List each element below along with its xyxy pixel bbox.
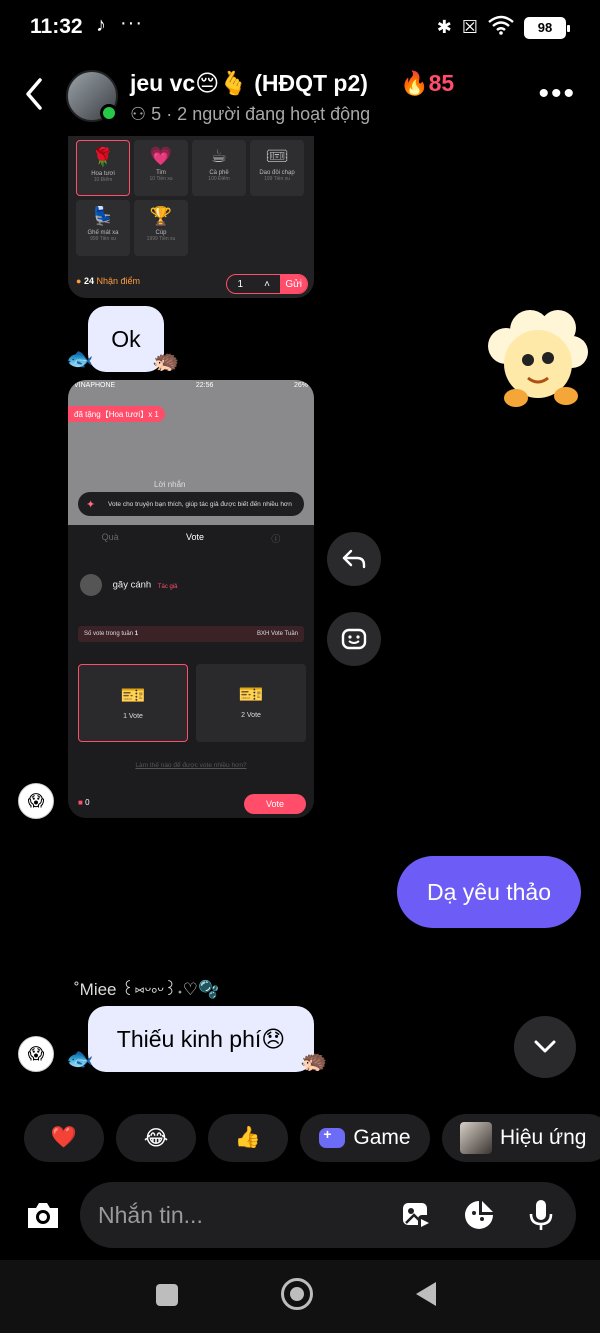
more-options-button[interactable]: ••• <box>538 79 576 109</box>
chevron-down-icon <box>534 1040 556 1053</box>
gift-item: ☕ Cà phê 100 Điểm <box>192 140 246 196</box>
status-time: 11:32 <box>30 15 83 38</box>
battery-indicator: 98 <box>524 16 570 39</box>
vote-button-preview: Vote <box>244 794 306 814</box>
effects-button[interactable]: Hiệu ứng <box>442 1114 600 1162</box>
tab-bar: Quà Vote ⓘ <box>68 532 314 545</box>
chat-title[interactable]: jeu vc😔🫰 (HĐQT p2) <box>130 70 368 97</box>
gift-item: 💺 Ghế mát xa 999 Tiền xu <box>76 200 130 256</box>
tab-vote: Vote <box>185 532 205 542</box>
chat-header: jeu vc😔🫰 (HĐQT p2) 🔥85 ⚇ 5 · 2 người đan… <box>0 60 600 136</box>
author-row: gãy cánh Tác giả <box>80 574 178 596</box>
screenshot-top: VINAPHONE 22:56 26% đã tặng【Hoa tươi】x 1… <box>68 380 314 525</box>
status-icons: ✱ ☒ 98 <box>436 15 570 40</box>
popcorn-sticker[interactable] <box>484 306 590 410</box>
chat-subtitle: ⚇ 5 · 2 người đang hoạt động <box>130 104 370 125</box>
gamepad-icon <box>319 1126 346 1148</box>
member-count: 5 <box>151 104 162 124</box>
fish-sticker-icon: 🐟 <box>66 346 94 371</box>
wifi-icon <box>488 15 514 40</box>
gift-item: 💗 Tim 10 Tiền xu <box>134 140 188 196</box>
heart-reaction-button[interactable]: ❤️ <box>24 1114 104 1162</box>
laugh-reaction-button[interactable]: 😂 <box>116 1114 196 1162</box>
chevron-left-icon <box>26 78 42 110</box>
vote-stats-row: Số vote trong tuần 1 BXH Vote Tuần <box>78 626 304 642</box>
ticket-icon: 🎫 <box>238 684 264 706</box>
points-label: ● 24 Nhận điểm <box>76 276 140 286</box>
sticker-button[interactable] <box>462 1198 496 1232</box>
reply-button[interactable] <box>327 532 381 586</box>
recents-button[interactable] <box>156 1284 178 1306</box>
sender-avatar[interactable]: 😱 <box>18 783 54 819</box>
camera-icon <box>28 1203 58 1228</box>
help-icon: ⓘ <box>271 534 281 544</box>
ticket-icon: 🎫 <box>120 685 146 707</box>
vote-help-link: Làm thế nào để được vote nhiều hơn? <box>135 762 247 769</box>
gift-item: 🎟 Dao đôi chạp 199 Tiền xu <box>250 140 304 196</box>
message-composer: Nhắn tin... <box>0 1182 600 1248</box>
gift-item: 🌹 Hoa tươi 10 Điểm <box>76 140 130 196</box>
quantity-send: 1 ˄ Gửi <box>226 274 308 294</box>
streak-badge: 🔥85 <box>400 70 455 96</box>
notification-dots: ··· <box>120 12 143 34</box>
chevron-up-icon: ˄ <box>264 278 270 290</box>
emoji-react-icon <box>341 628 367 650</box>
vote-option: 🎫 2 Vote <box>196 664 306 742</box>
back-button[interactable] <box>20 76 50 112</box>
microphone-icon <box>529 1200 553 1230</box>
message-bubble[interactable]: Thiếu kinh phí😞 <box>88 1006 314 1072</box>
vote-tooltip: ✦ Vote cho truyện bạn thích, giúp tác gi… <box>78 492 304 516</box>
thumbs-up-reaction-button[interactable]: 👍 <box>208 1114 288 1162</box>
quick-reaction-bar: ❤️ 😂 👍 Game Hiệu ứng <box>0 1114 600 1162</box>
camera-button[interactable] <box>24 1196 62 1234</box>
system-back-button[interactable] <box>416 1282 436 1306</box>
hedgehog-sticker-icon: 🦔 <box>152 348 180 373</box>
home-button[interactable] <box>281 1278 313 1310</box>
hedgehog-sticker-icon: 🦔 <box>300 1048 328 1073</box>
online-indicator <box>100 104 118 122</box>
status-bar: 11:32 ♪ ··· ✱ ☒ 98 <box>0 0 600 56</box>
react-button[interactable] <box>327 612 381 666</box>
send-gift-label: Gửi <box>280 275 307 293</box>
gift-grid: 🌹 Hoa tươi 10 Điểm 💗 Tim 10 Tiền xu ☕ Cà phê 1… <box>76 140 304 256</box>
scroll-to-bottom-button[interactable] <box>514 1016 576 1078</box>
sim-off-icon: ☒ <box>461 17 478 37</box>
quantity-value: 1 <box>237 278 244 290</box>
gift-banner: đã tặng【Hoa tươi】x 1 <box>68 406 165 422</box>
gift-item: 🏆 Cúp 1999 Tiền xu <box>134 200 188 256</box>
members-icon: ⚇ <box>130 104 147 124</box>
shared-image-gifts[interactable]: 🌹 Hoa tươi 10 Điểm 💗 Tim 10 Tiền xu ☕ Cà phê 1… <box>68 136 314 298</box>
ticket-icon: ✦ <box>86 499 96 511</box>
message-input[interactable]: Nhắn tin... <box>80 1182 576 1248</box>
system-nav-bar <box>0 1260 600 1333</box>
note-label: Lời nhắn <box>154 480 186 489</box>
message-bubble-outgoing[interactable]: Dạ yêu thảo <box>397 856 581 928</box>
effect-thumbnail <box>460 1122 492 1154</box>
screenshot-status: VINAPHONE 22:56 26% <box>74 382 308 389</box>
image-icon <box>403 1203 432 1229</box>
tab-gift: Quà <box>101 532 119 542</box>
sticker-icon <box>465 1201 493 1229</box>
gallery-button[interactable] <box>400 1198 434 1232</box>
microphone-button[interactable] <box>524 1198 558 1232</box>
active-status: · 2 người đang hoạt động <box>166 104 371 124</box>
reply-icon <box>342 549 366 569</box>
vote-option: 🎫 1 Vote <box>78 664 188 742</box>
tiktok-icon: ♪ <box>96 14 106 36</box>
shared-image-vote[interactable]: VINAPHONE 22:56 26% đã tặng【Hoa tươi】x 1… <box>68 380 314 818</box>
author-avatar <box>80 574 102 596</box>
vote-count: ■ 0 <box>78 798 90 807</box>
message-input-placeholder: Nhắn tin... <box>98 1202 203 1228</box>
popcorn-icon <box>488 310 588 407</box>
bluetooth-icon: ✱ <box>436 17 452 37</box>
sender-avatar[interactable]: 😱 <box>18 1036 54 1072</box>
game-button[interactable]: Game <box>300 1114 430 1162</box>
fish-sticker-icon: 🐟 <box>66 1046 94 1071</box>
